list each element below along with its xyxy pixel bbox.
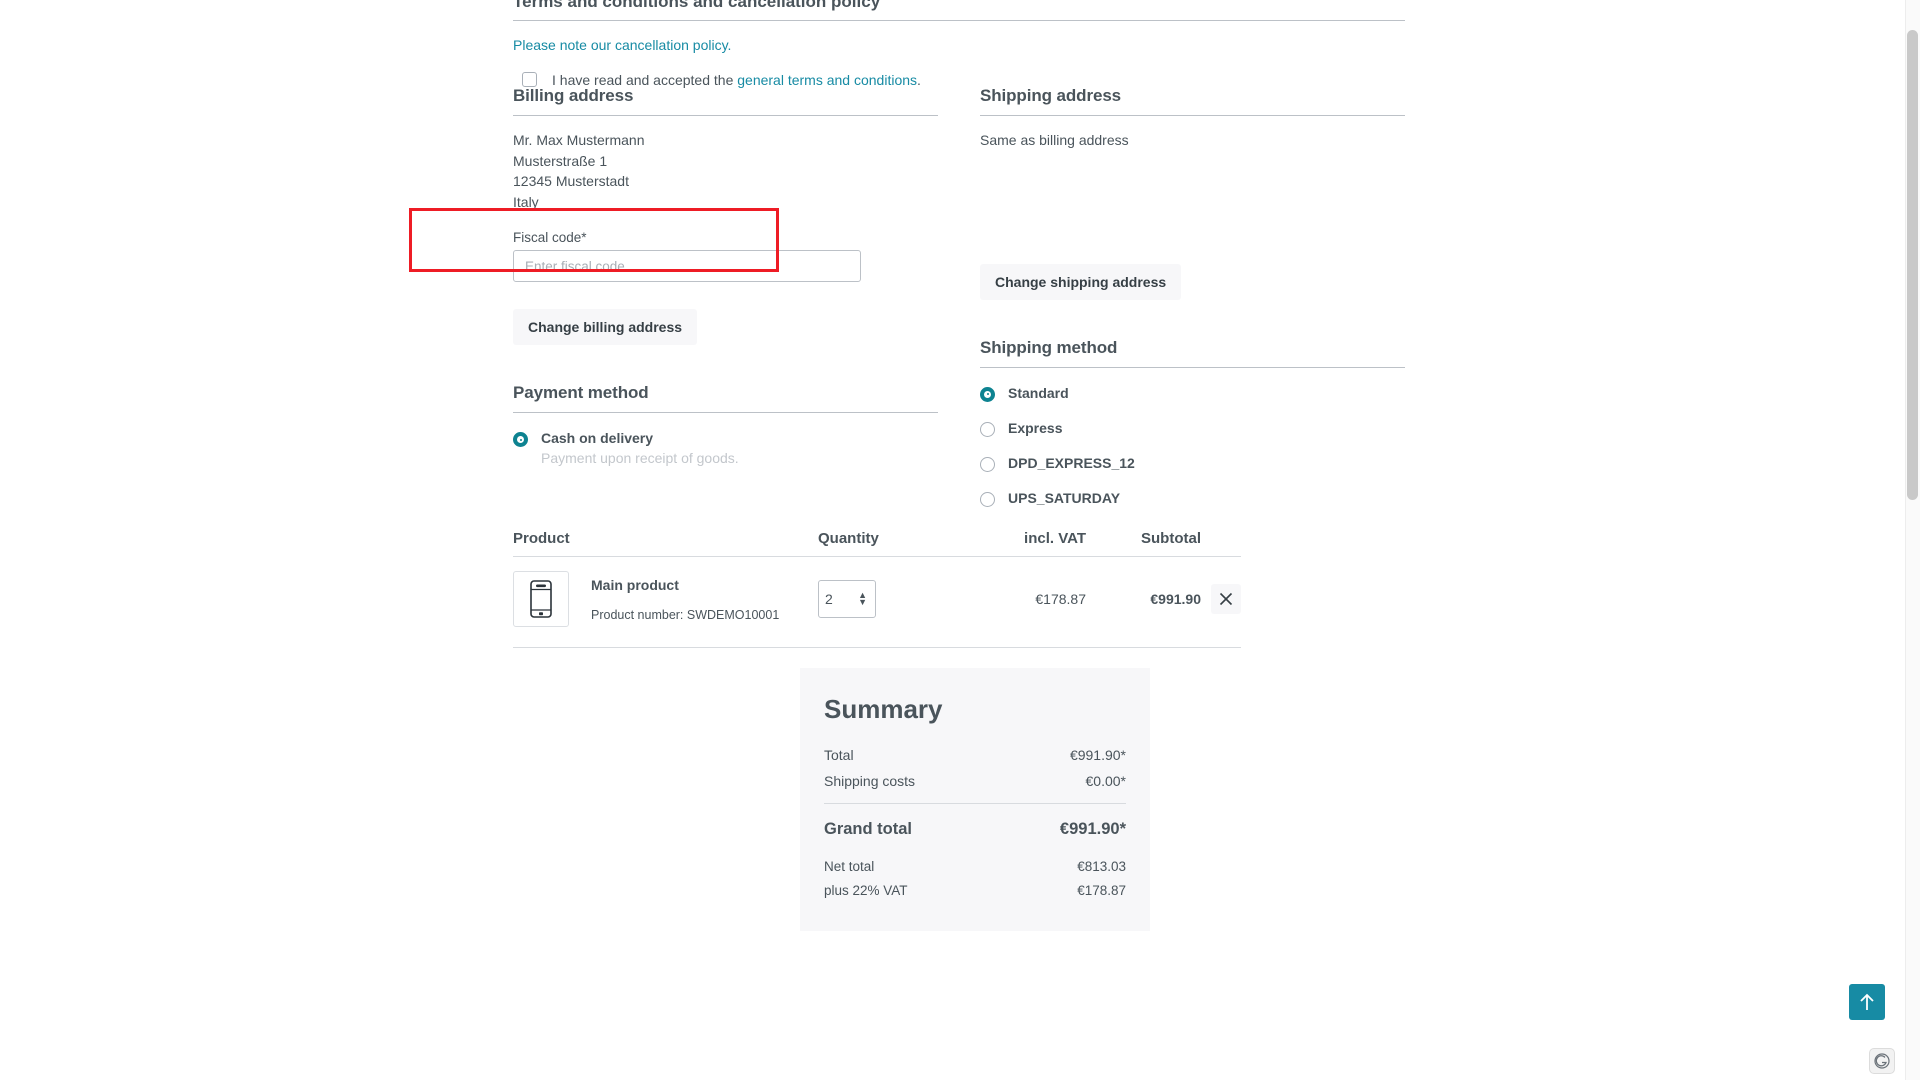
shipping-radio-ups-saturday[interactable] [980, 491, 995, 507]
quantity-cell: 2 ▲ ▼ [818, 580, 956, 618]
checkout-page: Terms and conditions and cancellation po… [0, 0, 1920, 1080]
summary-label-shipping-costs: Shipping costs [824, 773, 916, 789]
terms-section: Terms and conditions and cancellation po… [513, 0, 1405, 89]
quantity-select[interactable]: 2 [818, 580, 876, 618]
shopware-badge-button[interactable] [1869, 1048, 1895, 1074]
summary-label-net-total: Net total [824, 859, 875, 874]
address-and-methods: Billing address Mr. Max Mustermann Muste… [513, 86, 1405, 507]
left-column: Billing address Mr. Max Mustermann Muste… [513, 86, 938, 507]
smartphone-icon [530, 580, 552, 618]
payment-method-divider [513, 412, 938, 413]
scroll-to-top-button[interactable] [1849, 984, 1885, 1020]
column-header-quantity: Quantity [818, 530, 879, 547]
billing-address-text: Mr. Max Mustermann Musterstraße 1 12345 … [513, 130, 938, 212]
product-cell: Main product Product number: SWDEMO10001 [513, 571, 818, 627]
right-column: Shipping address Same as billing address… [980, 86, 1405, 507]
shipping-option-label-express: Express [1008, 419, 1063, 436]
shipping-option-standard[interactable]: Standard [980, 385, 1405, 402]
shipping-radio-express[interactable] [980, 421, 995, 437]
shipping-option-express[interactable]: Express [980, 420, 1405, 437]
summary-title: Summary [824, 694, 943, 724]
vat-value: €178.87 [1035, 591, 1086, 607]
product-number: Product number: SWDEMO10001 [591, 607, 780, 622]
summary-label-vat: plus 22% VAT [824, 883, 908, 898]
shipping-option-ups-saturday[interactable]: UPS_SATURDAY [980, 490, 1405, 507]
summary-row-grand-total: Grand total €991.90* [824, 820, 1126, 839]
summary-panel: Summary Total €991.90* Shipping costs €0… [800, 668, 1150, 931]
billing-line-1: Mr. Max Mustermann [513, 132, 645, 148]
cancellation-policy-line: Please note our cancellation policy. [513, 37, 1405, 53]
shipping-address-text: Same as billing address [980, 132, 1129, 148]
summary-row-net-total: Net total €813.03 [824, 859, 1126, 874]
shipping-radio-standard[interactable] [980, 386, 995, 402]
payment-method-title: Payment method [513, 383, 649, 402]
summary-row-vat: plus 22% VAT €178.87 [824, 883, 1126, 898]
product-info: Main product Product number: SWDEMO10001 [591, 577, 779, 622]
payment-radio-cash-on-delivery[interactable] [513, 432, 528, 447]
fiscal-code-input[interactable] [513, 250, 861, 282]
cancellation-policy-link[interactable]: Please note our cancellation policy. [513, 37, 731, 53]
table-row: Main product Product number: SWDEMO10001… [513, 556, 1241, 647]
close-icon [1219, 592, 1233, 606]
billing-line-3: 12345 Musterstadt [513, 173, 629, 189]
payment-option-description: Payment upon receipt of goods. [541, 450, 739, 466]
shipping-option-dpd-express-12[interactable]: DPD_EXPRESS_12 [980, 455, 1405, 472]
shipping-method-divider [980, 366, 1405, 368]
summary-value-vat: €178.87 [1077, 883, 1126, 898]
cart-table-container: Product Quantity incl. VAT Subtotal Main… [513, 530, 1405, 648]
terms-divider [513, 20, 1405, 21]
shipping-radio-dpd-express-12[interactable] [980, 456, 995, 472]
column-header-vat: incl. VAT [1024, 530, 1086, 547]
shipping-address-title: Shipping address [980, 86, 1122, 105]
billing-address-title: Billing address [513, 86, 634, 105]
page-scrollbar[interactable] [1905, 0, 1920, 1080]
shipping-option-label-dpd-express-12: DPD_EXPRESS_12 [1008, 454, 1135, 471]
remove-cell [1201, 584, 1241, 614]
summary-divider [824, 803, 1126, 804]
summary-row-total: Total €991.90* [824, 747, 1126, 763]
cart-table-header: Product Quantity incl. VAT Subtotal [513, 530, 1241, 556]
change-billing-address-button[interactable]: Change billing address [513, 309, 698, 345]
subtotal-value: €991.90 [1150, 591, 1201, 607]
cart-table: Product Quantity incl. VAT Subtotal Main… [513, 530, 1241, 648]
change-shipping-address-button[interactable]: Change shipping address [980, 263, 1182, 300]
summary-label-total: Total [824, 747, 854, 763]
summary-value-net-total: €813.03 [1077, 859, 1126, 874]
fiscal-code-label: Fiscal code* [513, 230, 587, 245]
remove-item-button[interactable] [1211, 584, 1241, 614]
cart-table-bottom-divider [513, 647, 1241, 648]
scrollbar-thumb[interactable] [1907, 30, 1918, 500]
summary-label-grand-total: Grand total [824, 820, 913, 838]
summary-value-grand-total: €991.90* [1059, 820, 1126, 838]
shipping-method-title: Shipping method [980, 337, 1118, 357]
summary-value-total: €991.90* [1069, 747, 1126, 763]
shipping-divider [980, 115, 1405, 116]
billing-divider [513, 115, 938, 116]
product-name[interactable]: Main product [591, 577, 779, 593]
summary-value-shipping-costs: €0.00* [1085, 773, 1126, 789]
product-thumbnail[interactable] [513, 571, 569, 627]
shipping-option-label-standard: Standard [1008, 384, 1069, 401]
summary-row-shipping-costs: Shipping costs €0.00* [824, 773, 1126, 789]
payment-option-cash-on-delivery[interactable]: Cash on delivery Payment upon receipt of… [513, 430, 938, 466]
billing-line-4: Italy [513, 193, 539, 210]
shopware-badge-icon [1874, 1053, 1890, 1069]
column-header-product: Product [513, 530, 570, 547]
terms-title: Terms and conditions and cancellation po… [513, 0, 881, 11]
arrow-up-icon [1860, 993, 1874, 1010]
terms-checkbox[interactable] [522, 72, 537, 87]
column-header-subtotal: Subtotal [1141, 530, 1201, 547]
shipping-option-label-ups-saturday: UPS_SATURDAY [1008, 489, 1121, 506]
billing-line-2: Musterstraße 1 [513, 152, 608, 169]
payment-option-label: Cash on delivery [541, 430, 654, 446]
